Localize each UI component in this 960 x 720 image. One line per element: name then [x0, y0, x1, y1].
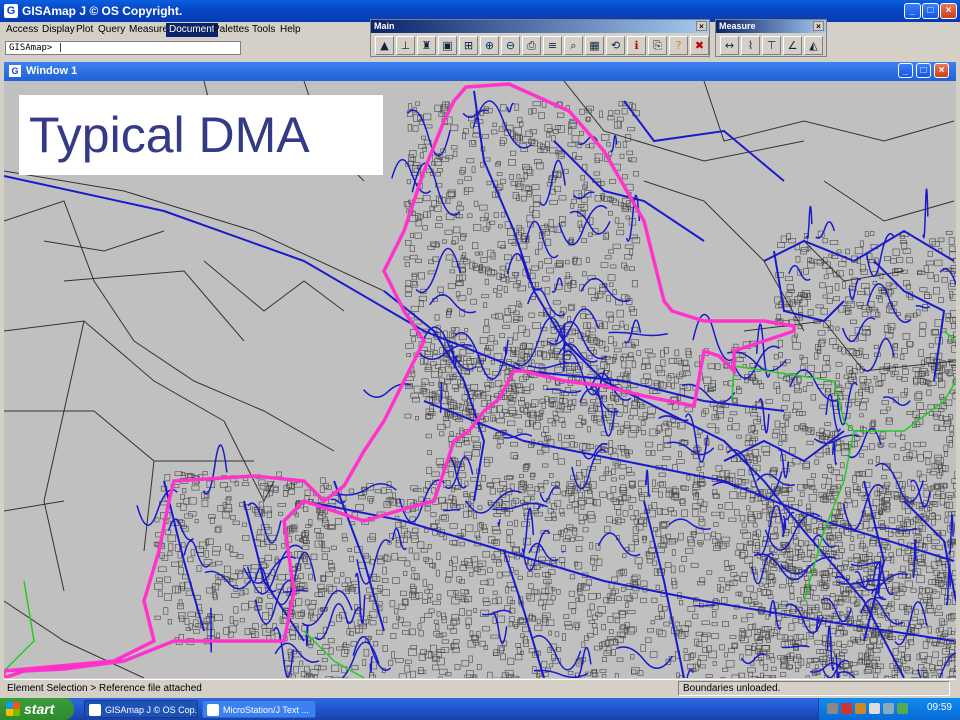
taskbar-item-label: MicroStation/J Text ...	[223, 705, 309, 715]
app-window: G GISAmap J © OS Copyright. _ □ × Access…	[0, 0, 960, 720]
antivirus-icon[interactable]	[841, 703, 852, 714]
taskbar-item-gisamap[interactable]: GISAmap J © OS Cop...	[84, 700, 198, 718]
landscape-icon: ▲	[380, 39, 389, 52]
image-tool-button[interactable]: ▣	[438, 36, 457, 55]
window-title: GISAmap J © OS Copyright.	[22, 4, 183, 18]
grid-tool-button[interactable]: ▦	[585, 36, 604, 55]
zoom-out-tool-button[interactable]: ⊖	[501, 36, 520, 55]
map-close-button[interactable]: ×	[934, 63, 949, 78]
menu-help[interactable]: Help	[280, 24, 301, 35]
fit-view-tool-button[interactable]: ⊞	[459, 36, 478, 55]
height-icon: ⊤	[766, 39, 777, 52]
reference-icon: ⎘	[653, 39, 662, 52]
measure-palette-close-button[interactable]: ×	[813, 21, 824, 31]
sync-icon: ⟲	[610, 39, 621, 52]
gisamap-task-icon	[89, 704, 101, 716]
map-minimize-button[interactable]: _	[898, 63, 913, 78]
zoom-out-icon: ⊖	[505, 39, 516, 52]
menu-access[interactable]: Access	[6, 24, 38, 35]
main-palette-title-text: Main	[374, 21, 395, 31]
menu-display[interactable]: Display	[42, 24, 75, 35]
landscape-tool-button[interactable]: ▲	[375, 36, 394, 55]
start-label: start	[24, 701, 55, 717]
sync-tool-button[interactable]: ⟲	[606, 36, 625, 55]
status-message: Element Selection > Reference file attac…	[7, 683, 202, 694]
height-tool-button[interactable]: ⊤	[762, 36, 781, 55]
menu-bar: Access Display Plot Query Measure Docume…	[0, 22, 370, 39]
help-tool-button[interactable]: ?	[669, 36, 688, 55]
measure-palette-title[interactable]: Measure ×	[716, 20, 826, 33]
clock: 09:59	[926, 702, 952, 713]
main-palette: Main × ▲ ⊥ ♜ ▣ ⊞ ⊕ ⊖ ⎙ ≡ ⌕ ▦ ⟲ ℹ ⎘? ✖	[370, 19, 710, 57]
layers-tool-button[interactable]: ≡	[543, 36, 562, 55]
image-icon: ▣	[442, 39, 453, 52]
distance-tool-button[interactable]: ↔	[720, 36, 739, 55]
distance-icon: ↔	[724, 39, 735, 52]
angle-icon: ∠	[787, 39, 798, 52]
stamp-icon: ♜	[421, 39, 432, 52]
angle-tool-button[interactable]: ∠	[783, 36, 802, 55]
status-bar: Element Selection > Reference file attac…	[4, 679, 956, 697]
map-maximize-button[interactable]: □	[916, 63, 931, 78]
scale-tool-button[interactable]: ⊥	[396, 36, 415, 55]
cancel-tool-button[interactable]: ✖	[690, 36, 709, 55]
main-palette-close-button[interactable]: ×	[696, 21, 707, 31]
path-tool-button[interactable]: ⌇	[741, 36, 760, 55]
measure-palette: Measure × ↔ ⌇ ⊤ ∠ ◭	[715, 19, 827, 57]
printer-icon[interactable]	[883, 703, 894, 714]
close-button[interactable]: ×	[940, 3, 957, 19]
maximize-button[interactable]: □	[922, 3, 939, 19]
print-icon: ⎙	[527, 39, 536, 52]
gisamap-app-icon[interactable]: G	[4, 4, 18, 18]
minimize-button[interactable]: _	[904, 3, 921, 19]
zoom-in-icon: ⊕	[484, 39, 495, 52]
menu-plot[interactable]: Plot	[76, 24, 93, 35]
area-icon: ◭	[809, 39, 818, 52]
map-window-icon[interactable]: G	[9, 65, 21, 77]
taskbar: start GISAmap J © OS Cop... MicroStation…	[0, 698, 960, 720]
path-icon: ⌇	[747, 39, 754, 52]
fit-view-icon: ⊞	[463, 39, 474, 52]
info-icon: ℹ	[634, 39, 639, 52]
network-icon[interactable]	[827, 703, 838, 714]
start-button[interactable]: start	[0, 698, 74, 720]
status-boundaries: Boundaries unloaded.	[678, 681, 950, 696]
zoom-in-tool-button[interactable]: ⊕	[480, 36, 499, 55]
measure-palette-title-text: Measure	[719, 21, 756, 31]
area-tool-button[interactable]: ◭	[804, 36, 823, 55]
cancel-icon: ✖	[694, 39, 705, 52]
menu-palettes[interactable]: Palettes	[213, 24, 249, 35]
windows-logo-icon	[6, 702, 20, 716]
menu-document[interactable]: Document	[166, 23, 218, 37]
main-palette-title[interactable]: Main ×	[371, 20, 709, 33]
taskbar-item-label: GISAmap J © OS Cop...	[105, 705, 198, 715]
dma-overlay-label: Typical DMA	[19, 95, 383, 175]
microstation-task-icon	[207, 704, 219, 716]
print-tool-button[interactable]: ⎙	[522, 36, 541, 55]
system-tray: 09:59	[818, 698, 960, 720]
menu-measure[interactable]: Measure	[129, 24, 168, 35]
find-icon: ⌕	[570, 39, 577, 52]
reference-tool-button[interactable]: ⎘	[648, 36, 667, 55]
map-window-title-bar[interactable]: G Window 1 _ □ ×	[4, 62, 956, 81]
layers-icon: ≡	[547, 39, 558, 52]
grid-icon: ▦	[589, 39, 600, 52]
taskbar-item-microstation[interactable]: MicroStation/J Text ...	[202, 700, 316, 718]
find-tool-button[interactable]: ⌕	[564, 36, 583, 55]
command-line-input[interactable]: GISAmap> |	[5, 41, 241, 55]
menu-query[interactable]: Query	[98, 24, 125, 35]
shield-icon[interactable]	[855, 703, 866, 714]
volume-icon[interactable]	[869, 703, 880, 714]
stamp-tool-button[interactable]: ♜	[417, 36, 436, 55]
update-icon[interactable]	[897, 703, 908, 714]
info-tool-button[interactable]: ℹ	[627, 36, 646, 55]
help-icon: ?	[675, 39, 682, 52]
menu-tools[interactable]: Tools	[252, 24, 275, 35]
scale-icon: ⊥	[400, 39, 411, 52]
map-window-title: Window 1	[26, 65, 78, 77]
